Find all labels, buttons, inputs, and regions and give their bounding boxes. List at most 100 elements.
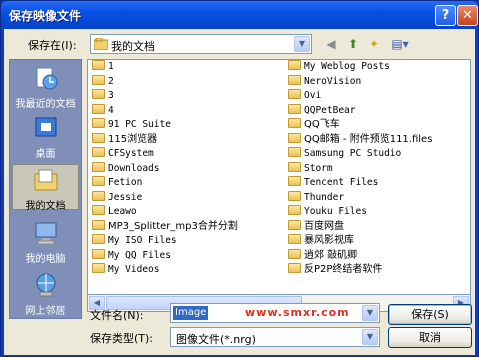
folder-icon — [92, 263, 105, 273]
file-name: Fetion — [108, 177, 143, 188]
network-places-icon — [36, 273, 55, 297]
my-documents-icon — [34, 169, 57, 191]
folder-icon — [288, 263, 301, 273]
list-item[interactable]: Thunder — [288, 190, 432, 206]
list-item[interactable]: Storm — [288, 161, 432, 177]
place-label: 网上邻居 — [25, 306, 66, 317]
filename-input[interactable]: Image www.smxr.com ▼ — [170, 303, 380, 323]
list-item[interactable]: MP3_Splitter_mp3合并分割 — [92, 219, 238, 235]
filetype-dropdown[interactable]: 图像文件(*.nrg) ▼ — [170, 327, 380, 347]
folder-icon — [288, 190, 301, 201]
places-bar: 我最近的文档 桌面 我的文档 我的电脑 网上邻居 — [9, 59, 82, 319]
filename-value: Image — [173, 306, 209, 320]
list-item[interactable]: Tencent Files — [288, 176, 432, 191]
list-item[interactable]: My Videos — [92, 263, 238, 278]
file-name: 4 — [108, 104, 114, 116]
list-item[interactable]: My QQ Files — [92, 248, 238, 264]
file-name: Tencent Files — [304, 177, 379, 188]
filename-label: 文件名(N): — [90, 309, 144, 322]
folder-icon — [92, 205, 105, 215]
place-network-places[interactable]: 网上邻居 — [12, 270, 79, 317]
list-item[interactable]: 逍郊 敲矶卿 — [288, 248, 432, 264]
list-item[interactable]: QQPetBear — [288, 103, 432, 119]
place-label: 我的文档 — [25, 201, 66, 212]
filetype-value: 图像文件(*.nrg) — [176, 333, 256, 346]
folder-icon — [288, 205, 301, 215]
file-name: Samsung PC Studio — [304, 148, 402, 159]
place-label: 我的电脑 — [25, 254, 66, 265]
save-button[interactable]: 保存(S) — [388, 304, 472, 325]
title-bar[interactable]: 保存映像文件 ? ✕ — [1, 1, 478, 29]
place-my-documents[interactable]: 我的文档 — [12, 164, 79, 212]
folder-icon — [288, 89, 301, 99]
folder-icon — [92, 190, 105, 201]
file-name: 1 — [108, 61, 114, 72]
save-dialog-window: 保存映像文件 ? ✕ 保存在(I): 我的文档 ▼ ◀ ⬆ ✦ ▤▾ 我最近的文… — [0, 0, 479, 357]
cancel-button[interactable]: 取消 — [388, 327, 472, 348]
file-list[interactable]: 1 2 3 4 91 PC Suite 115浏览器 CFSystem Downloads Fe… — [87, 59, 471, 295]
help-button[interactable]: ? — [435, 5, 456, 26]
filetype-label: 保存类型(T): — [90, 332, 154, 345]
file-column-2: My Weblog Posts NeroVision Ovi QQPetBear QQ飞… — [288, 60, 432, 278]
place-recent-documents[interactable]: 我最近的文档 — [12, 63, 79, 110]
file-name: MP3_Splitter_mp3合并分割 — [108, 220, 238, 232]
window-title: 保存映像文件 — [9, 9, 82, 23]
list-item[interactable]: Youku Files — [288, 205, 432, 220]
file-name: 暴风影视库 — [304, 235, 354, 246]
folder-icon — [92, 118, 105, 128]
list-item[interactable]: 百度网盘 — [288, 219, 432, 235]
folder-icon — [92, 89, 105, 99]
list-item[interactable]: Leawo — [92, 205, 238, 220]
up-folder-icon[interactable]: ⬆ — [343, 34, 363, 54]
folder-icon — [288, 118, 301, 128]
folder-icon — [92, 234, 105, 244]
list-item[interactable]: 反P2P终结者软件 — [288, 263, 432, 278]
place-desktop[interactable]: 桌面 — [12, 113, 79, 160]
list-item[interactable]: QQ邮箱 - 附件预览111.files — [288, 132, 433, 148]
new-folder-icon[interactable]: ✦ — [364, 34, 384, 54]
place-my-computer[interactable]: 我的电脑 — [12, 218, 79, 265]
chevron-down-icon[interactable]: ▼ — [362, 305, 378, 321]
list-item[interactable]: 暴风影视库 — [288, 234, 432, 249]
list-item[interactable]: Fetion — [92, 176, 238, 191]
list-item[interactable]: CFSystem — [92, 147, 238, 162]
view-menu-icon[interactable]: ▤▾ — [387, 34, 413, 54]
list-item[interactable]: 2 — [92, 74, 238, 90]
chevron-down-icon[interactable]: ▼ — [294, 36, 310, 52]
lookin-dropdown[interactable]: 我的文档 ▼ — [90, 34, 312, 54]
folder-icon — [94, 38, 108, 50]
list-item[interactable]: Ovi — [288, 89, 432, 104]
list-item[interactable]: 1 — [92, 60, 238, 75]
lookin-value: 我的文档 — [111, 40, 155, 53]
chevron-down-icon[interactable]: ▼ — [362, 329, 378, 345]
list-item[interactable]: 91 PC Suite — [92, 118, 238, 133]
back-icon[interactable]: ◀ — [321, 34, 341, 54]
file-name: Downloads — [108, 162, 160, 174]
list-item[interactable]: Jessie — [92, 190, 238, 206]
file-name: QQ邮箱 - 附件预览111.files — [304, 133, 433, 145]
dialog-body: 保存在(I): 我的文档 ▼ ◀ ⬆ ✦ ▤▾ 我最近的文档 桌面 我的文档 我… — [4, 29, 475, 355]
file-name: 115浏览器 — [108, 133, 158, 145]
list-item[interactable]: My Weblog Posts — [288, 60, 432, 75]
list-item[interactable]: Downloads — [92, 161, 238, 177]
list-item[interactable]: QQ飞车 — [288, 118, 432, 133]
watermark-text: www.smxr.com — [245, 306, 350, 319]
file-name: 91 PC Suite — [108, 119, 171, 130]
close-button[interactable]: ✕ — [457, 5, 478, 26]
file-name: NeroVision — [304, 75, 362, 87]
folder-icon — [288, 234, 301, 244]
list-item[interactable]: Samsung PC Studio — [288, 147, 432, 162]
list-item[interactable]: My ISO Files — [92, 234, 238, 249]
file-name: Thunder — [304, 191, 345, 203]
list-item[interactable]: 3 — [92, 89, 238, 104]
folder-icon — [92, 103, 105, 114]
list-item[interactable]: NeroVision — [288, 74, 432, 90]
folder-icon — [288, 103, 301, 114]
recent-documents-icon — [36, 67, 57, 90]
list-item[interactable]: 115浏览器 — [92, 132, 238, 148]
folder-icon — [288, 176, 301, 186]
list-item[interactable]: 4 — [92, 103, 238, 119]
folder-icon — [288, 161, 301, 172]
folder-icon — [288, 219, 301, 230]
desktop-icon — [35, 117, 56, 137]
